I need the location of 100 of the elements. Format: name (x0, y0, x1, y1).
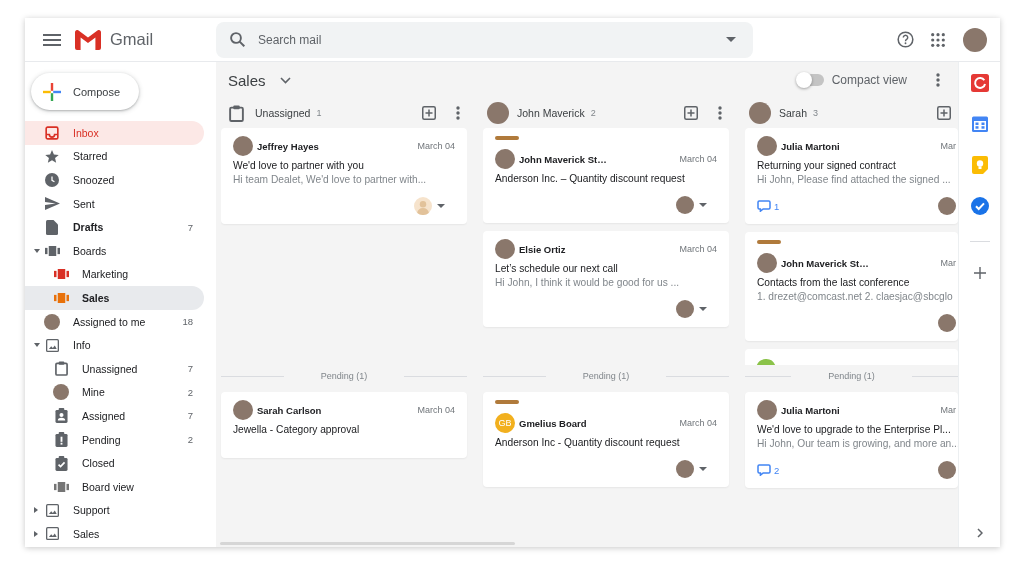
sidebar-item[interactable]: Starred (25, 144, 204, 169)
email-date: March 04 (679, 244, 717, 254)
board-title: Sales (228, 71, 266, 89)
image-icon (45, 527, 59, 541)
sidebar-item[interactable]: Inbox (25, 121, 204, 145)
sidebar-item[interactable]: Board view (25, 474, 204, 499)
avatar-icon (938, 461, 956, 479)
calendar-icon[interactable] (970, 115, 989, 133)
avatar-icon (757, 400, 777, 420)
caret-icon[interactable] (34, 530, 38, 537)
sidebar-item[interactable]: Info (25, 333, 204, 357)
assignee-button[interactable] (414, 197, 445, 215)
image-icon (45, 503, 59, 517)
search-icon[interactable] (230, 32, 245, 47)
avatar-icon[interactable] (963, 27, 987, 52)
sidebar-item[interactable]: Sales (25, 286, 204, 310)
email-card[interactable]: Elsie Ortiz March 04 Let’s schedule our next call Hi John, I think it would be good for us ... (483, 231, 729, 327)
check-circle-icon[interactable] (970, 197, 989, 215)
sender-name: Sarah Carlson (257, 404, 322, 416)
caret-icon[interactable] (34, 507, 38, 514)
avatar-icon (233, 136, 253, 156)
avatar-icon (757, 253, 777, 273)
comment-count: 2 (774, 464, 780, 476)
sidebar-item[interactable]: Closed (25, 451, 204, 475)
avatar-icon (676, 196, 694, 214)
sidebar-item[interactable]: Unassigned 7 (25, 356, 204, 381)
email-card[interactable]: Julia Martoni Mar Returning your signed contract Hi John, Please find attached the signed ... 1 (745, 128, 958, 224)
email-date: Mar (940, 258, 956, 268)
add-icon[interactable] (684, 106, 698, 120)
sidebar-item[interactable]: Mine 2 (25, 380, 204, 405)
person-silhouette-icon (414, 197, 432, 215)
email-card[interactable]: Sarah Carlson March 04 Jewella - Category approval (221, 392, 467, 458)
search-field[interactable]: Search mail (216, 21, 753, 58)
email-subject: Let’s schedule our next call (495, 262, 618, 276)
sidebar-item[interactable]: Sales (25, 522, 204, 546)
menu-icon[interactable] (43, 33, 61, 46)
image-icon (45, 338, 59, 352)
add-icon[interactable] (422, 106, 436, 120)
avatar-icon (757, 136, 777, 156)
sender-name: Julia Martoni (781, 404, 840, 416)
email-card[interactable]: John Maverick St… Mar Contacts from the last conference 1. drezet@comcast.net 2. claesjac@sbcglo (745, 232, 958, 341)
email-subject: Anderson Inc - Quantity discount request (495, 436, 680, 450)
sender-name: Jeffrey Hayes (257, 140, 319, 152)
sidebar-item[interactable]: Pending 2 (25, 427, 204, 452)
chevron-right-icon[interactable] (976, 528, 983, 538)
email-subject: Contacts from the last conference (757, 276, 910, 290)
email-card[interactable]: GB Gmelius Board March 04 Anderson Inc - Quantity discount request (483, 392, 729, 487)
more-icon[interactable] (936, 73, 940, 87)
avatar-icon (495, 239, 515, 259)
sender-name: Elsie Ortiz (519, 243, 566, 255)
column-count: 3 (813, 108, 819, 118)
envelope-logo-icon (75, 29, 101, 50)
add-icon[interactable] (937, 106, 951, 120)
column-title: Sarah (779, 107, 808, 119)
sidebar-item[interactable]: Support (25, 498, 204, 523)
assignee-button[interactable] (676, 300, 707, 318)
caret-icon[interactable] (726, 37, 736, 42)
sender-name: Gmelius Board (519, 417, 587, 429)
comment-icon (757, 200, 771, 212)
sidebar-item[interactable]: Drafts 7 (25, 215, 204, 239)
sender-name: Julia Martoni (781, 140, 840, 152)
assignee-button[interactable] (938, 461, 956, 479)
assignee-button[interactable] (676, 196, 707, 214)
email-card[interactable]: John Maverick St… March 04 Anderson Inc. – Quantity discount request (483, 128, 729, 223)
sidebar-item[interactable]: Sent (25, 191, 204, 216)
clipboard-check-icon (54, 455, 68, 471)
assignee-button[interactable] (938, 314, 956, 332)
clipboard-person-icon (54, 408, 68, 424)
more-icon[interactable] (718, 106, 722, 120)
assignee-button[interactable] (938, 197, 956, 215)
section-label: Pending (1) (582, 371, 630, 381)
compact-view-toggle[interactable] (795, 72, 825, 88)
email-date: Mar (940, 405, 956, 415)
email-date: Mar (940, 141, 956, 151)
app-name: Gmail (110, 30, 154, 49)
caret-icon[interactable] (34, 248, 40, 253)
document-icon (46, 219, 58, 235)
sidebar-item[interactable]: Marketing (25, 262, 204, 287)
apps-icon[interactable] (931, 32, 945, 47)
clipboard-icon (54, 361, 68, 377)
sidebar-item[interactable]: Assigned 7 (25, 404, 204, 428)
compose-button[interactable]: Compose (31, 73, 139, 110)
avatar-icon (938, 197, 956, 215)
chevron-down-icon[interactable] (279, 76, 291, 84)
caret-icon (699, 203, 707, 207)
plus-icon[interactable] (973, 267, 986, 279)
initials-avatar: GB (495, 413, 515, 433)
help-icon[interactable] (897, 31, 914, 48)
more-icon[interactable] (456, 106, 460, 120)
avatar-icon (487, 102, 509, 124)
logo-tile-icon[interactable] (970, 74, 989, 92)
email-card[interactable]: Jeffrey Hayes March 04 We'd love to partner with you Hi team Dealet, We'd love to partner with... (221, 128, 467, 224)
email-card[interactable]: Julia Martoni Mar We'd love to upgrade to the Enterprise Pl... Hi John, Our team is growing, and more an... 2 (745, 392, 958, 488)
caret-icon[interactable] (34, 343, 40, 348)
email-subject: We'd love to upgrade to the Enterprise Pl... (757, 423, 951, 437)
sidebar-item[interactable]: Snoozed (25, 168, 204, 192)
sender-name: John Maverick St… (781, 257, 869, 269)
sidebar-item[interactable]: Assigned to me 18 (25, 309, 204, 334)
sidebar-item[interactable]: Boards (25, 238, 204, 263)
assignee-button[interactable] (676, 460, 707, 478)
